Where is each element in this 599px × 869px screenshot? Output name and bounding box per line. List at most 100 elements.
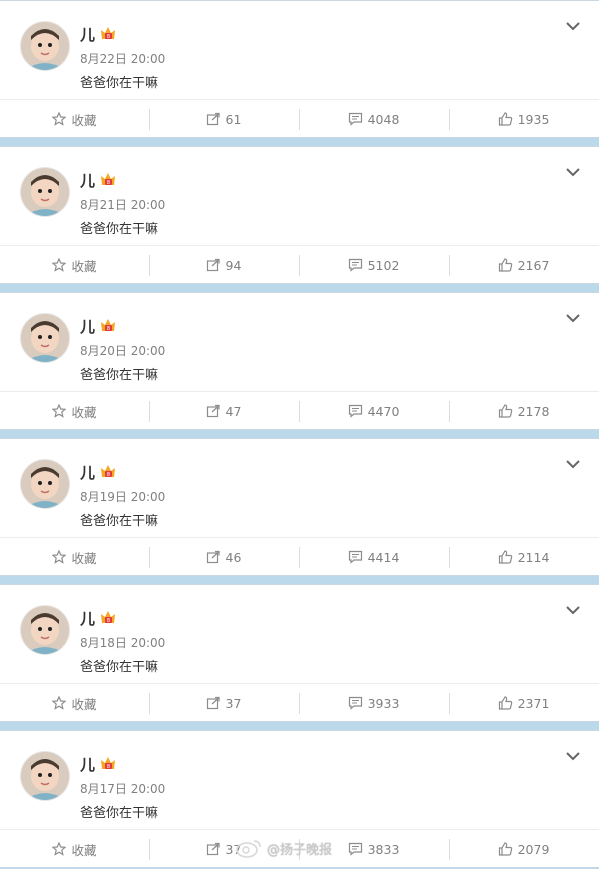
vip-crown-icon[interactable]: 8 [99,317,117,334]
chevron-down-icon[interactable] [564,19,582,33]
share-icon [206,258,220,272]
post-text: 爸爸你在干嘛 [80,806,159,821]
like-button[interactable]: 1935 [449,100,598,138]
weibo-watermark: @扬子晚报 [235,838,332,858]
avatar[interactable] [20,751,70,801]
post-text: 爸爸你在干嘛 [80,76,159,91]
post-time[interactable]: 8月21日 20:00 [80,196,165,213]
post-text: 爸爸你在干嘛 [80,368,159,383]
like-count: 2371 [517,695,550,711]
post-actions: 收藏 47 4470 2178 [0,391,599,430]
post-time[interactable]: 8月19日 20:00 [80,488,165,505]
favorite-button[interactable]: 收藏 [0,392,149,430]
username[interactable]: 儿 [80,170,95,191]
avatar-image [21,314,69,362]
avatar[interactable] [20,459,70,509]
share-icon [206,404,220,418]
repost-button[interactable]: 94 [149,246,298,284]
vip-crown-icon[interactable]: 8 [99,609,117,626]
avatar[interactable] [20,313,70,363]
svg-text:8: 8 [107,472,110,478]
chevron-down-icon[interactable] [564,603,582,617]
repost-button[interactable]: 37 [149,684,298,722]
vip-crown-icon[interactable]: 8 [99,463,117,480]
username[interactable]: 儿 [80,316,95,337]
post-time[interactable]: 8月17日 20:00 [80,780,165,797]
favorite-button[interactable]: 收藏 [0,246,149,284]
vip-crown-icon[interactable]: 8 [99,25,117,42]
avatar-image [21,606,69,654]
post-time[interactable]: 8月22日 20:00 [80,50,165,67]
svg-text:8: 8 [107,326,110,332]
repost-button[interactable]: 46 [149,538,298,576]
username[interactable]: 儿 [80,608,95,629]
post-time[interactable]: 8月18日 20:00 [80,634,165,651]
like-button[interactable]: 2167 [449,246,598,284]
comment-button[interactable]: 3933 [299,684,448,722]
vip-crown-icon[interactable]: 8 [99,171,117,188]
like-button[interactable]: 2079 [449,830,598,868]
favorite-button[interactable]: 收藏 [0,538,149,576]
username[interactable]: 儿 [80,462,95,483]
star-icon [52,404,67,418]
comment-count: 3833 [367,841,400,857]
favorite-label: 收藏 [71,112,97,128]
avatar-image [21,752,69,800]
chevron-down-icon[interactable] [564,457,582,471]
avatar[interactable] [20,21,70,71]
avatar-image [21,168,69,216]
repost-button[interactable]: 61 [149,100,298,138]
comment-button[interactable]: 4048 [299,100,448,138]
comment-icon [348,842,362,856]
comment-count: 5102 [367,257,400,273]
username[interactable]: 儿 [80,754,95,775]
post-card: 儿 8 8月20日 20:00 爸爸你在干嘛 收藏 47 4470 2178 [0,292,599,430]
repost-button[interactable]: 47 [149,392,298,430]
post-actions: 收藏 94 5102 2167 [0,245,599,284]
avatar[interactable] [20,167,70,217]
comment-icon [348,696,362,710]
share-icon [206,696,220,710]
favorite-button[interactable]: 收藏 [0,830,149,868]
comment-button[interactable]: 4470 [299,392,448,430]
post-text: 爸爸你在干嘛 [80,222,159,237]
watermark-text: @扬子晚报 [267,842,333,858]
repost-count: 37 [225,695,242,711]
favorite-button[interactable]: 收藏 [0,100,149,138]
comment-icon [348,112,362,126]
svg-text:8: 8 [107,34,110,40]
like-button[interactable]: 2371 [449,684,598,722]
chevron-down-icon[interactable] [564,311,582,325]
post-actions: 收藏 46 4414 2114 [0,537,599,576]
comment-icon [348,404,362,418]
thumbs-up-icon [498,696,512,710]
chevron-down-icon[interactable] [564,749,582,763]
post-text: 爸爸你在干嘛 [80,660,159,675]
thumbs-up-icon [498,404,512,418]
favorite-label: 收藏 [71,550,97,566]
comment-button[interactable]: 4414 [299,538,448,576]
repost-count: 46 [225,549,242,565]
chevron-down-icon[interactable] [564,165,582,179]
svg-text:8: 8 [107,180,110,186]
avatar[interactable] [20,605,70,655]
post-actions: 收藏 61 4048 1935 [0,99,599,138]
weibo-logo-icon [236,840,261,858]
like-button[interactable]: 2114 [449,538,598,576]
share-icon [206,112,220,126]
post-time[interactable]: 8月20日 20:00 [80,342,165,359]
favorite-label: 收藏 [71,842,97,858]
vip-crown-icon[interactable]: 8 [99,755,117,772]
like-count: 2079 [517,841,550,857]
post-text: 爸爸你在干嘛 [80,514,159,529]
favorite-label: 收藏 [71,696,97,712]
username[interactable]: 儿 [80,24,95,45]
like-count: 1935 [517,111,550,127]
favorite-button[interactable]: 收藏 [0,684,149,722]
like-count: 2178 [517,403,550,419]
favorite-label: 收藏 [71,258,97,274]
avatar-image [21,460,69,508]
thumbs-up-icon [498,112,512,126]
comment-button[interactable]: 5102 [299,246,448,284]
like-button[interactable]: 2178 [449,392,598,430]
